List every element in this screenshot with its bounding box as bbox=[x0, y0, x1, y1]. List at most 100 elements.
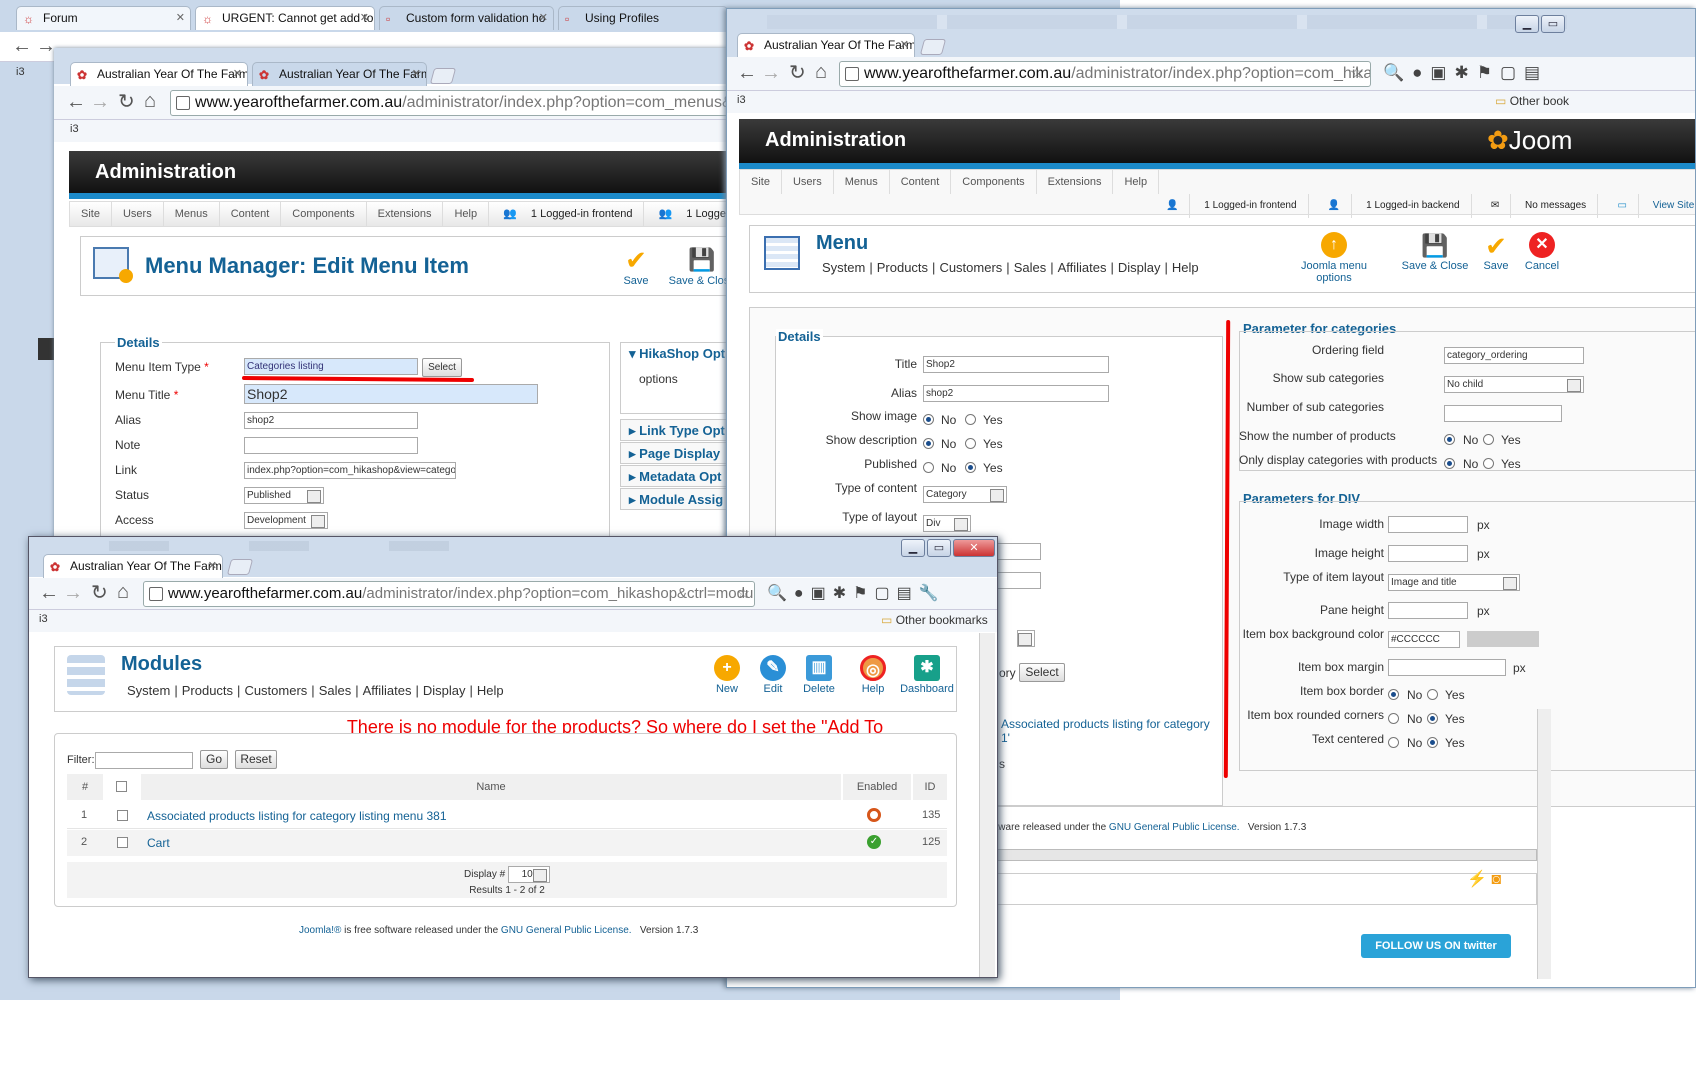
menu-content[interactable]: Content bbox=[890, 170, 952, 194]
category-select-button[interactable]: Select bbox=[1019, 663, 1065, 682]
published-no-radio[interactable] bbox=[923, 462, 934, 473]
image-height-input[interactable] bbox=[1388, 545, 1468, 562]
reset-button[interactable]: Reset bbox=[235, 750, 277, 769]
menu-item-type-field[interactable]: Categories listing bbox=[244, 358, 418, 375]
home-icon[interactable]: ⌂ bbox=[815, 61, 827, 83]
forward-arrow-icon[interactable]: → bbox=[63, 582, 83, 604]
reload-icon[interactable]: ↻ bbox=[118, 91, 135, 113]
help-button[interactable]: ◎ Help bbox=[851, 655, 895, 695]
nav-system[interactable]: System bbox=[822, 260, 865, 275]
new-tab-button[interactable] bbox=[429, 68, 457, 84]
address-bar[interactable]: www.yearofthefarmer.com.au/administrator… bbox=[839, 61, 1371, 87]
bookmark-i3[interactable]: i3 bbox=[70, 123, 79, 135]
new-button[interactable]: + New bbox=[705, 655, 749, 695]
menu-users[interactable]: Users bbox=[112, 202, 164, 226]
star-icon[interactable]: ☆ bbox=[737, 582, 750, 606]
alias-field[interactable]: shop2 bbox=[923, 385, 1109, 402]
title-field[interactable]: Shop2 bbox=[923, 356, 1109, 373]
back-arrow-icon[interactable]: ← bbox=[66, 91, 86, 113]
menu-content[interactable]: Content bbox=[220, 202, 282, 226]
display-select[interactable]: 100 bbox=[507, 866, 550, 883]
bookmark-i3[interactable]: i3 bbox=[16, 66, 25, 78]
hidden-field-1[interactable] bbox=[997, 543, 1041, 560]
back-arrow-icon[interactable]: ← bbox=[12, 35, 32, 57]
view-site-link[interactable]: View Site bbox=[1642, 194, 1695, 218]
pane-height-input[interactable] bbox=[1388, 602, 1468, 619]
nav-sales[interactable]: Sales bbox=[1014, 260, 1047, 275]
joomla-menu-options-button[interactable]: ↑ Joomla menu options bbox=[1284, 232, 1384, 284]
edit-button[interactable]: ✎ Edit bbox=[751, 655, 795, 695]
nav-products[interactable]: Products bbox=[182, 683, 233, 698]
enabled-check-icon[interactable]: ✓ bbox=[867, 835, 881, 849]
hidden-field-2[interactable] bbox=[997, 572, 1041, 589]
vertical-scrollbar[interactable] bbox=[979, 633, 995, 977]
nav-display[interactable]: Display bbox=[423, 683, 466, 698]
nav-affiliates[interactable]: Affiliates bbox=[1058, 260, 1107, 275]
menu-components[interactable]: Components bbox=[951, 170, 1037, 194]
select-all-checkbox[interactable] bbox=[116, 781, 127, 792]
type-layout-select[interactable]: Div bbox=[923, 515, 971, 532]
close-icon[interactable]: ✕ bbox=[900, 38, 909, 51]
back-arrow-icon[interactable]: ← bbox=[39, 582, 59, 604]
menu-menus[interactable]: Menus bbox=[834, 170, 890, 194]
reload-icon[interactable]: ↻ bbox=[789, 62, 806, 84]
centered-yes-radio[interactable] bbox=[1427, 737, 1438, 748]
image-width-input[interactable] bbox=[1388, 516, 1468, 533]
gnu-license-link[interactable]: GNU General Public License. bbox=[501, 925, 632, 936]
address-bar[interactable]: www.yearofthefarmer.com.au/administrator… bbox=[170, 90, 744, 116]
module-name-link[interactable]: Associated products listing for category… bbox=[147, 809, 447, 823]
associated-products-link[interactable]: Associated products listing for category bbox=[1001, 717, 1210, 731]
show-description-no-radio[interactable] bbox=[923, 438, 934, 449]
forward-arrow-icon[interactable]: → bbox=[90, 91, 110, 113]
module-name-link[interactable]: Cart bbox=[147, 836, 170, 850]
tab-custom-form[interactable]: ▫ Custom form validation ho ✕ bbox=[379, 6, 554, 30]
close-window-button[interactable]: ✕ bbox=[953, 539, 995, 557]
save-button[interactable]: ✔ Save bbox=[1474, 232, 1518, 272]
hidden-select[interactable] bbox=[1017, 630, 1035, 647]
other-bookmarks[interactable]: ▭ Other bookmarks bbox=[881, 613, 988, 627]
menu-users[interactable]: Users bbox=[782, 170, 834, 194]
nav-customers[interactable]: Customers bbox=[939, 260, 1002, 275]
pdf-rss-icons[interactable]: ⚡ ◙ bbox=[1467, 869, 1501, 889]
save-button[interactable]: ✔ Save bbox=[611, 245, 661, 287]
status-select[interactable]: Published bbox=[244, 487, 324, 504]
follow-twitter-button[interactable]: FOLLOW US ON twitter bbox=[1361, 934, 1511, 958]
bookmark-i3[interactable]: i3 bbox=[737, 94, 746, 106]
close-icon[interactable]: ✕ bbox=[412, 67, 421, 80]
rounded-yes-radio[interactable] bbox=[1427, 713, 1438, 724]
tab-urgent[interactable]: ☼ URGENT: Cannot get add to ✕ bbox=[195, 6, 375, 30]
new-tab-button[interactable] bbox=[919, 39, 947, 55]
nav-affiliates[interactable]: Affiliates bbox=[363, 683, 412, 698]
only-display-yes-radio[interactable] bbox=[1483, 458, 1494, 469]
back-arrow-icon[interactable]: ← bbox=[737, 62, 757, 84]
show-num-no-radio[interactable] bbox=[1444, 434, 1455, 445]
nav-help[interactable]: Help bbox=[1172, 260, 1199, 275]
type-content-select[interactable]: Category bbox=[923, 486, 1007, 503]
centered-no-radio[interactable] bbox=[1388, 737, 1399, 748]
close-icon[interactable]: ✕ bbox=[208, 559, 217, 572]
close-icon[interactable]: ✕ bbox=[176, 11, 185, 24]
nav-system[interactable]: System bbox=[127, 683, 170, 698]
row-checkbox[interactable] bbox=[117, 810, 128, 821]
other-bookmarks[interactable]: ▭ Other book bbox=[1495, 94, 1569, 108]
home-icon[interactable]: ⌂ bbox=[117, 581, 129, 603]
dashboard-button[interactable]: ✱ Dashboard bbox=[897, 655, 957, 695]
published-yes-radio[interactable] bbox=[965, 462, 976, 473]
maximize-button[interactable]: ▭ bbox=[1541, 15, 1565, 33]
delete-button[interactable]: ▥ Delete bbox=[797, 655, 841, 695]
nav-sales[interactable]: Sales bbox=[319, 683, 352, 698]
tab-year-farm-1[interactable]: ✿ Australian Year Of The Farm ✕ bbox=[70, 62, 248, 86]
show-image-yes-radio[interactable] bbox=[965, 414, 976, 425]
tab-year-farm[interactable]: ✿ Australian Year Of The Farm ✕ bbox=[737, 33, 915, 57]
nav-help[interactable]: Help bbox=[477, 683, 504, 698]
joomla-link[interactable]: Joomla!® bbox=[299, 925, 341, 936]
menu-components[interactable]: Components bbox=[281, 202, 367, 226]
bookmark-i3[interactable]: i3 bbox=[39, 613, 48, 625]
close-icon[interactable]: ✕ bbox=[539, 11, 548, 24]
border-no-radio[interactable] bbox=[1388, 689, 1399, 700]
only-display-no-radio[interactable] bbox=[1444, 458, 1455, 469]
disabled-status-icon[interactable] bbox=[867, 808, 881, 822]
border-yes-radio[interactable] bbox=[1427, 689, 1438, 700]
forward-arrow-icon[interactable]: → bbox=[36, 35, 56, 57]
menu-help[interactable]: Help bbox=[443, 202, 490, 226]
